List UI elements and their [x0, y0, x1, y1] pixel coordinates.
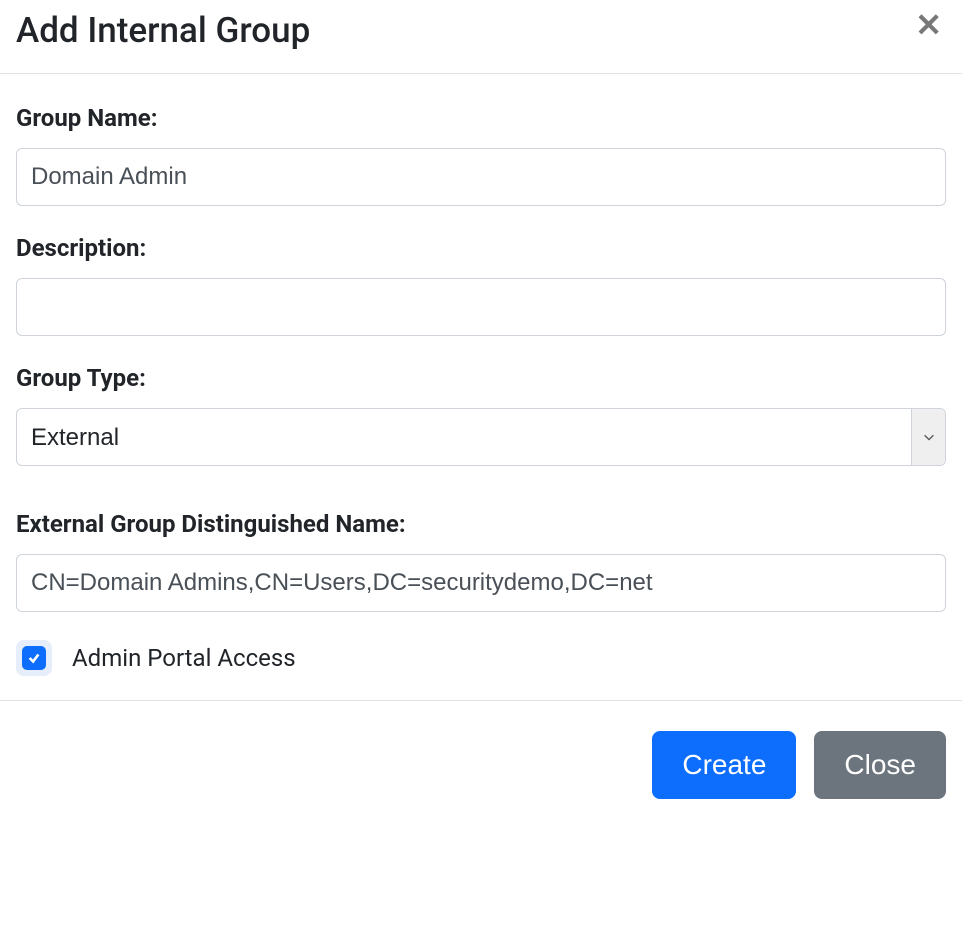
admin-portal-checkbox[interactable] — [22, 646, 46, 670]
close-icon[interactable]: ✕ — [911, 5, 946, 45]
group-type-select[interactable]: External — [16, 408, 946, 466]
admin-portal-label: Admin Portal Access — [72, 644, 296, 672]
close-button[interactable]: Close — [814, 731, 946, 799]
modal-header: Add Internal Group ✕ — [0, 0, 962, 74]
admin-portal-checkbox-wrapper — [16, 640, 52, 676]
create-button[interactable]: Create — [652, 731, 796, 799]
description-label: Description: — [16, 234, 946, 262]
modal-footer: Create Close — [0, 700, 962, 809]
dn-field-group: External Group Distinguished Name: — [16, 510, 946, 612]
group-type-field-group: Group Type: External — [16, 364, 946, 466]
admin-portal-row: Admin Portal Access — [16, 640, 946, 676]
group-name-label: Group Name: — [16, 104, 946, 132]
group-type-label: Group Type: — [16, 364, 946, 392]
group-name-field-group: Group Name: — [16, 104, 946, 206]
dn-input[interactable] — [16, 554, 946, 612]
group-name-input[interactable] — [16, 148, 946, 206]
description-input[interactable] — [16, 278, 946, 336]
modal-body: Group Name: Description: Group Type: Ext… — [0, 74, 962, 700]
check-icon — [27, 651, 41, 665]
dn-label: External Group Distinguished Name: — [16, 510, 946, 538]
description-field-group: Description: — [16, 234, 946, 336]
modal-title: Add Internal Group — [16, 10, 310, 51]
